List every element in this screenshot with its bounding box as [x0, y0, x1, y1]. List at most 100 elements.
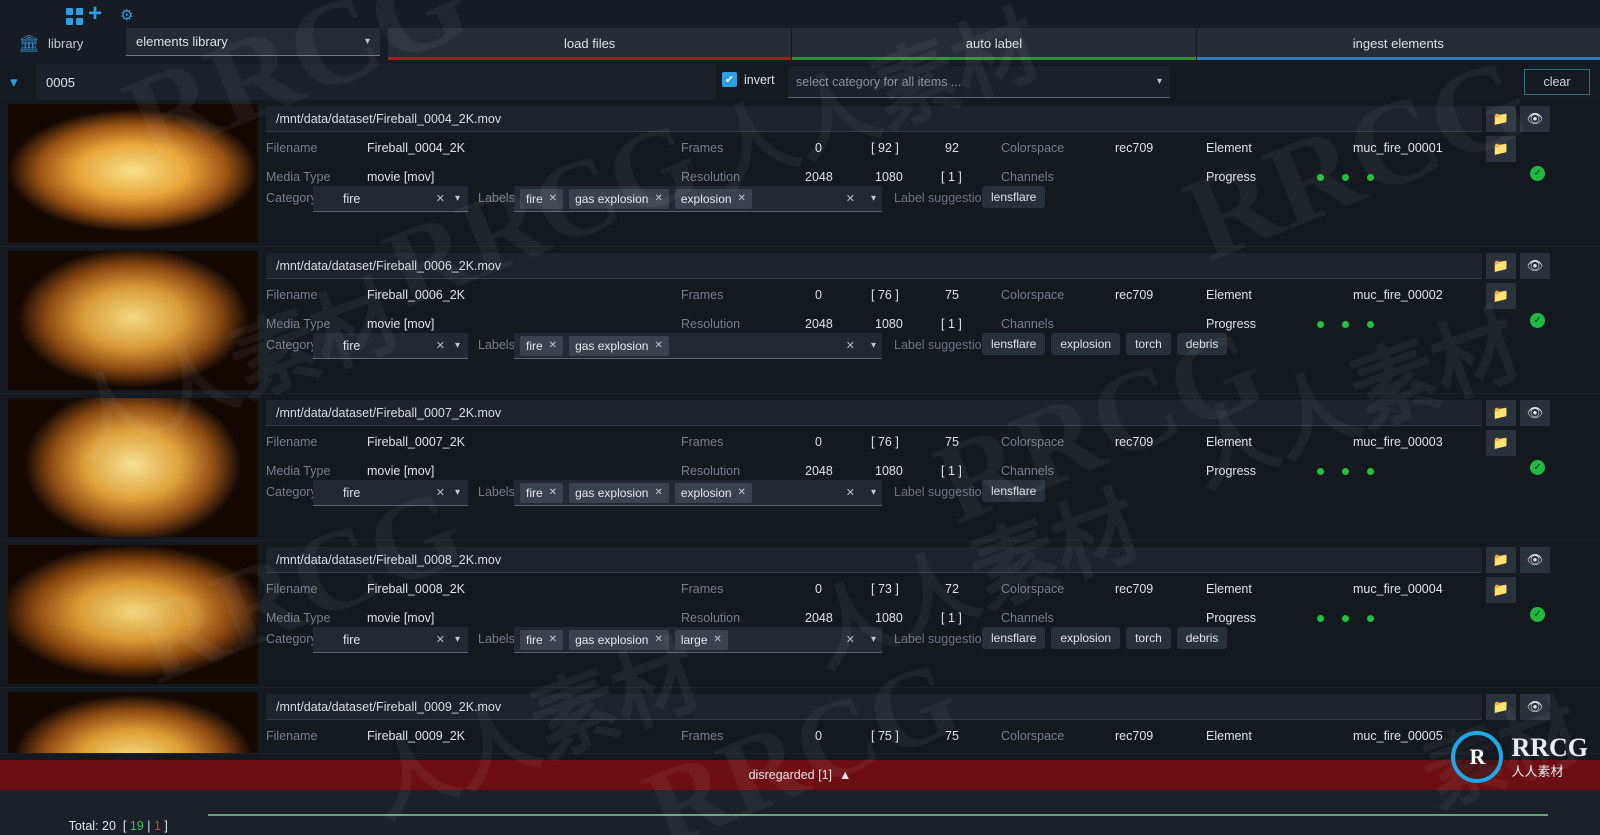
- clear-category-icon[interactable]: ✕: [436, 633, 445, 646]
- label-chip[interactable]: fire ✕: [520, 482, 564, 503]
- clear-labels-icon[interactable]: ✕: [846, 192, 855, 205]
- tab-ingest-elements[interactable]: ingest elements: [1196, 28, 1600, 60]
- chevron-down-icon[interactable]: ▾: [871, 634, 876, 645]
- chevron-down-icon[interactable]: ▾: [455, 634, 460, 645]
- table-row[interactable]: /mnt/data/dataset/Fireball_0006_2K.mov 📁 👁…: [0, 247, 1600, 394]
- eye-icon[interactable]: 👁: [1520, 400, 1550, 426]
- file-path[interactable]: /mnt/data/dataset/Fireball_0008_2K.mov: [266, 547, 1482, 573]
- thumbnail[interactable]: [8, 545, 258, 684]
- clear-category-icon[interactable]: ✕: [436, 486, 445, 499]
- chevron-down-icon[interactable]: ▾: [871, 487, 876, 498]
- thumbnail[interactable]: [8, 251, 258, 390]
- table-row[interactable]: /mnt/data/dataset/Fireball_0009_2K.mov 📁 👁…: [0, 688, 1600, 754]
- label-suggestion-chip[interactable]: torch: [1126, 627, 1171, 649]
- element-folder-icon[interactable]: 📁: [1486, 430, 1516, 456]
- clear-labels-icon[interactable]: ✕: [846, 633, 855, 646]
- label-chip[interactable]: large ✕: [674, 629, 728, 650]
- open-folder-icon[interactable]: 📁: [1486, 547, 1516, 573]
- eye-icon[interactable]: 👁: [1520, 547, 1550, 573]
- label-suggestion-chip[interactable]: debris: [1176, 333, 1228, 355]
- remove-label-icon[interactable]: ✕: [714, 634, 722, 645]
- label-chip[interactable]: fire ✕: [520, 188, 564, 209]
- remove-label-icon[interactable]: ✕: [549, 193, 557, 204]
- labels-select[interactable]: fire ✕ gas explosion ✕ large ✕ ✕ ▾: [514, 627, 882, 653]
- remove-label-icon[interactable]: ✕: [549, 340, 557, 351]
- clear-category-icon[interactable]: ✕: [436, 339, 445, 352]
- open-folder-icon[interactable]: 📁: [1486, 400, 1516, 426]
- remove-label-icon[interactable]: ✕: [738, 193, 746, 204]
- label-chip[interactable]: gas explosion ✕: [569, 482, 669, 503]
- label-chip[interactable]: gas explosion ✕: [569, 188, 669, 209]
- chevron-down-icon[interactable]: ▾: [871, 193, 876, 204]
- labels-select[interactable]: fire ✕ gas explosion ✕ explosion ✕ ✕ ▾: [514, 186, 882, 212]
- channels-label: Channels: [1001, 464, 1054, 478]
- open-folder-icon[interactable]: 📁: [1486, 694, 1516, 720]
- category-select[interactable]: fire ✕ ▾: [313, 186, 468, 212]
- clear-labels-icon[interactable]: ✕: [846, 339, 855, 352]
- eye-icon[interactable]: 👁: [1520, 694, 1550, 720]
- label-chip[interactable]: gas explosion ✕: [569, 629, 669, 650]
- clear-button[interactable]: clear: [1524, 69, 1590, 95]
- table-row[interactable]: /mnt/data/dataset/Fireball_0004_2K.mov 📁 👁…: [0, 100, 1600, 247]
- label-suggestion-chip[interactable]: lensflare: [982, 627, 1046, 649]
- remove-label-icon[interactable]: ✕: [654, 634, 662, 645]
- search-input[interactable]: [36, 64, 716, 100]
- element-folder-icon[interactable]: 📁: [1486, 136, 1516, 162]
- remove-label-icon[interactable]: ✕: [654, 340, 662, 351]
- labels-select[interactable]: fire ✕ gas explosion ✕ ✕ ▾: [514, 333, 882, 359]
- label-chip[interactable]: explosion ✕: [674, 482, 752, 503]
- labels-select[interactable]: fire ✕ gas explosion ✕ explosion ✕ ✕ ▾: [514, 480, 882, 506]
- table-row[interactable]: /mnt/data/dataset/Fireball_0008_2K.mov 📁 👁…: [0, 541, 1600, 688]
- label-suggestion-chip[interactable]: torch: [1126, 333, 1171, 355]
- label-suggestion-chip[interactable]: explosion: [1051, 627, 1121, 649]
- element-folder-icon[interactable]: 📁: [1486, 283, 1516, 309]
- clear-labels-icon[interactable]: ✕: [846, 486, 855, 499]
- remove-label-icon[interactable]: ✕: [654, 193, 662, 204]
- tab-load-files[interactable]: load files: [388, 28, 793, 60]
- gear-icon[interactable]: ⚙: [120, 6, 133, 24]
- table-row[interactable]: /mnt/data/dataset/Fireball_0007_2K.mov 📁 👁…: [0, 394, 1600, 541]
- label-suggestion-chip[interactable]: explosion: [1051, 333, 1121, 355]
- chevron-down-icon[interactable]: ▾: [871, 340, 876, 351]
- label-chip[interactable]: explosion ✕: [674, 188, 752, 209]
- tab-auto-label[interactable]: auto label: [792, 28, 1197, 60]
- label-suggestion-chip[interactable]: debris: [1176, 627, 1228, 649]
- file-path[interactable]: /mnt/data/dataset/Fireball_0006_2K.mov: [266, 253, 1482, 279]
- open-folder-icon[interactable]: 📁: [1486, 106, 1516, 132]
- filter-icon[interactable]: ▾: [10, 73, 18, 91]
- thumbnail[interactable]: [8, 692, 258, 754]
- eye-icon[interactable]: 👁: [1520, 106, 1550, 132]
- category-select[interactable]: fire ✕ ▾: [313, 627, 468, 653]
- chevron-down-icon[interactable]: ▾: [455, 340, 460, 351]
- label-suggestion-chip[interactable]: lensflare: [982, 186, 1046, 208]
- label-chip[interactable]: fire ✕: [520, 629, 564, 650]
- thumbnail[interactable]: [8, 104, 258, 243]
- disregarded-bar[interactable]: disregarded [1] ▲: [0, 760, 1600, 790]
- remove-label-icon[interactable]: ✕: [549, 634, 557, 645]
- category-select[interactable]: fire ✕ ▾: [313, 333, 468, 359]
- label-chip[interactable]: gas explosion ✕: [569, 335, 669, 356]
- element-list[interactable]: /mnt/data/dataset/Fireball_0004_2K.mov 📁 👁…: [0, 100, 1600, 760]
- invert-checkbox[interactable]: ✔ invert: [722, 72, 775, 87]
- bulk-category-select[interactable]: select category for all items ... ▾: [788, 66, 1170, 98]
- open-folder-icon[interactable]: 📁: [1486, 253, 1516, 279]
- element-folder-icon[interactable]: 📁: [1486, 577, 1516, 603]
- label-suggestion-chip[interactable]: lensflare: [982, 480, 1046, 502]
- label-chip[interactable]: fire ✕: [520, 335, 564, 356]
- chevron-down-icon[interactable]: ▾: [455, 193, 460, 204]
- category-select[interactable]: fire ✕ ▾: [313, 480, 468, 506]
- thumbnail[interactable]: [8, 398, 258, 537]
- resolution-width-value: 2048: [805, 464, 833, 478]
- bank-icon[interactable]: 🏛: [18, 34, 40, 54]
- clear-category-icon[interactable]: ✕: [436, 192, 445, 205]
- eye-icon[interactable]: 👁: [1520, 253, 1550, 279]
- chevron-down-icon[interactable]: ▾: [455, 487, 460, 498]
- library-select[interactable]: elements library ▾: [126, 28, 380, 56]
- remove-label-icon[interactable]: ✕: [549, 487, 557, 498]
- file-path[interactable]: /mnt/data/dataset/Fireball_0009_2K.mov: [266, 694, 1482, 720]
- label-suggestion-chip[interactable]: lensflare: [982, 333, 1046, 355]
- remove-label-icon[interactable]: ✕: [654, 487, 662, 498]
- file-path[interactable]: /mnt/data/dataset/Fireball_0007_2K.mov: [266, 400, 1482, 426]
- remove-label-icon[interactable]: ✕: [738, 487, 746, 498]
- file-path[interactable]: /mnt/data/dataset/Fireball_0004_2K.mov: [266, 106, 1482, 132]
